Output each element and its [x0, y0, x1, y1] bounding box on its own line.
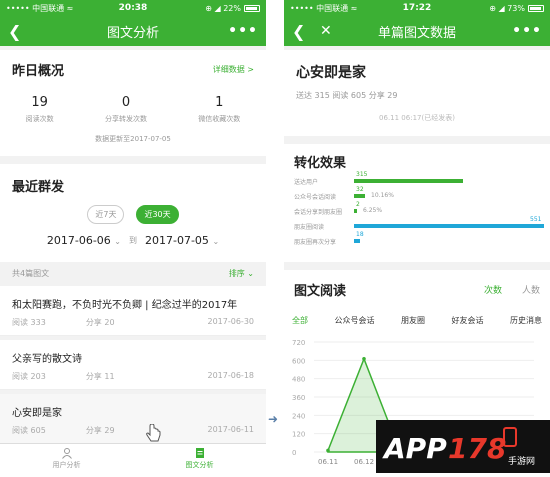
status-bar: ••••• 中国联通 ≈ 17:22 ⊕ ◢ 73% — [284, 0, 550, 16]
app178-logo-image: APP 178 手游网 — [376, 420, 550, 473]
data-point — [326, 448, 330, 453]
conversion-label: 朋友圈阅读 — [294, 224, 325, 231]
tab-moments[interactable]: 朋友圈 — [401, 315, 425, 326]
update-note: 数据更新至2017-07-05 — [95, 135, 171, 143]
page-title: 图文分析 — [106, 25, 159, 41]
y-tick-label: 120 — [292, 431, 305, 439]
article-count: 共4篇图文 — [12, 269, 50, 278]
tab-all[interactable]: 全部 — [292, 315, 308, 326]
tab-history[interactable]: 历史消息 — [510, 315, 542, 326]
clock: 17:22 — [402, 3, 432, 13]
nav-bar: ❮ ✕ 单篇图文数据 ••• — [284, 16, 550, 46]
conversion-label: 会话分享到朋友圈 — [294, 209, 343, 216]
range-30-days-pill[interactable]: 近30天 — [136, 205, 179, 224]
back-icon[interactable]: ❮ — [8, 22, 26, 41]
recent-card: 最近群发 近7天 近30天 2017-06-06 ⌄ 到 2017-07-05 … — [0, 164, 266, 262]
toggle-count[interactable]: 次数 — [484, 283, 502, 296]
more-icon[interactable]: ••• — [512, 23, 542, 39]
y-tick-label: 720 — [292, 339, 305, 347]
clock: 20:38 — [118, 3, 148, 13]
tab-user-analysis[interactable]: 用户分析 — [0, 444, 133, 473]
conversion-row: 朋友圈阅读 551 — [294, 216, 550, 232]
document-icon — [195, 448, 204, 458]
date-to[interactable]: 2017-07-05 ⌄ — [145, 234, 219, 247]
list-header: 共4篇图文 排序 ⌄ — [12, 268, 254, 279]
conversion-value: 315 — [356, 171, 368, 178]
tab-article-analysis[interactable]: 图文分析 — [133, 444, 266, 473]
x-tick-label: 06.12 — [354, 458, 374, 466]
back-icon[interactable]: ❮ — [292, 22, 310, 41]
date-from[interactable]: 2017-06-06 ⌄ — [47, 234, 121, 247]
conversion-percent: 6.25% — [363, 207, 383, 214]
watermark-logo: APP 178 手游网 — [376, 420, 550, 473]
y-tick-label: 480 — [292, 376, 305, 384]
reading-source-tabs: 全部 公众号会话 朋友圈 好友会话 历史消息 — [284, 315, 550, 326]
tab-friend-chat[interactable]: 好友会话 — [452, 315, 484, 326]
x-tick-label: 06.11 — [318, 458, 338, 466]
conversion-row: 送达用户 315 — [294, 171, 550, 187]
conversion-bar — [354, 179, 463, 183]
conversion-bar — [354, 239, 361, 243]
list-item[interactable]: 心安即是家 阅读 605 分享 29 2017-06-11 — [0, 394, 266, 444]
publish-note: 06.11 06:17(已经发表) — [379, 114, 455, 122]
svg-text:手游网: 手游网 — [508, 455, 535, 467]
conversion-percent: 10.16% — [371, 192, 394, 199]
user-icon — [61, 448, 72, 459]
svg-text:178: 178 — [448, 432, 506, 465]
conversion-value: 551 — [530, 216, 542, 223]
y-tick-label: 600 — [292, 357, 305, 365]
more-icon[interactable]: ••• — [228, 23, 258, 39]
stat-shares: 0 分享转发次数 — [104, 95, 147, 123]
list-item[interactable]: 和太阳赛跑，不负时光不负卿 | 纪念过半的2017年 阅读 333 分享 20 20… — [0, 286, 266, 336]
conversion-value: 2 — [356, 201, 360, 208]
article-title: 心安即是家 — [296, 65, 366, 81]
reading-title: 图文阅读 — [294, 284, 347, 299]
close-icon[interactable]: ✕ — [320, 23, 332, 39]
conversion-value: 18 — [356, 231, 364, 238]
conversion-value: 32 — [356, 186, 364, 193]
stat-favorites: 1 微信收藏次数 — [198, 95, 241, 123]
tab-official-account-chat[interactable]: 公众号会话 — [335, 315, 375, 326]
recent-title: 最近群发 — [12, 180, 65, 195]
right-phone-screen: ••••• 中国联通 ≈ 17:22 ⊕ ◢ 73% ❮ ✕ 单篇图文数据 ••… — [284, 0, 550, 473]
y-tick-label: 360 — [292, 394, 305, 402]
article-meta: 送达 315 阅读 605 分享 29 — [296, 91, 398, 100]
date-range: 2017-06-06 ⌄ 到 2017-07-05 ⌄ — [0, 234, 266, 247]
overview-title: 昨日概况 — [12, 64, 65, 79]
svg-text:APP: APP — [382, 432, 447, 465]
detail-data-link[interactable]: 详细数据 > — [213, 64, 254, 75]
article-summary-card: 心安即是家 送达 315 阅读 605 分享 29 06.11 06:17(已经… — [284, 50, 550, 136]
hand-pointer-icon — [146, 424, 161, 442]
conversion-card: 转化效果 送达用户 315 公众号会话阅读 32 10.16% 会话分享到朋友圈 2 6.25… — [284, 144, 550, 262]
date-separator: 到 — [129, 236, 137, 245]
conversion-label: 公众号会话阅读 — [294, 194, 337, 201]
stat-reads: 19 阅读次数 — [25, 95, 54, 123]
battery-icon — [528, 4, 544, 12]
sort-button[interactable]: 排序 ⌄ — [229, 268, 254, 279]
bottom-tab-bar: 用户分析 图文分析 — [0, 443, 266, 473]
nav-bar: ❮ 图文分析 ••• — [0, 16, 266, 46]
range-7-days-pill[interactable]: 近7天 — [87, 205, 125, 224]
conversion-bar — [354, 209, 357, 213]
status-bar: ••••• 中国联通 ≈ 20:38 ⊕ ◢ 22% — [0, 0, 266, 16]
toggle-people[interactable]: 人数 — [522, 283, 540, 296]
conversion-label: 送达用户 — [294, 179, 319, 186]
conversion-row: 朋友圈再次分享 18 — [294, 231, 550, 247]
list-item[interactable]: 父亲写的散文诗 阅读 203 分享 11 2017-06-18 — [0, 340, 266, 390]
overview-card: 昨日概况 详细数据 > 19 阅读次数 0 分享转发次数 1 微信收藏次数 数据更新至… — [0, 50, 266, 156]
conversion-bar — [354, 224, 544, 228]
y-tick-label: 0 — [292, 449, 296, 457]
y-tick-label: 240 — [292, 412, 305, 420]
stats-row: 19 阅读次数 0 分享转发次数 1 微信收藏次数 — [0, 95, 266, 124]
conversion-row: 会话分享到朋友圈 2 6.25% — [294, 201, 550, 217]
arrow-right-icon: ➜ — [268, 412, 279, 426]
conversion-row: 公众号会话阅读 32 10.16% — [294, 186, 550, 202]
conversion-label: 朋友圈再次分享 — [294, 239, 337, 246]
conversion-bar — [354, 194, 366, 198]
battery-icon — [244, 4, 260, 12]
conversion-title: 转化效果 — [294, 156, 347, 171]
data-point — [362, 357, 366, 361]
left-phone-screen: ••••• 中国联通 ≈ 20:38 ⊕ ◢ 22% ❮ 图文分析 ••• 昨日… — [0, 0, 266, 473]
